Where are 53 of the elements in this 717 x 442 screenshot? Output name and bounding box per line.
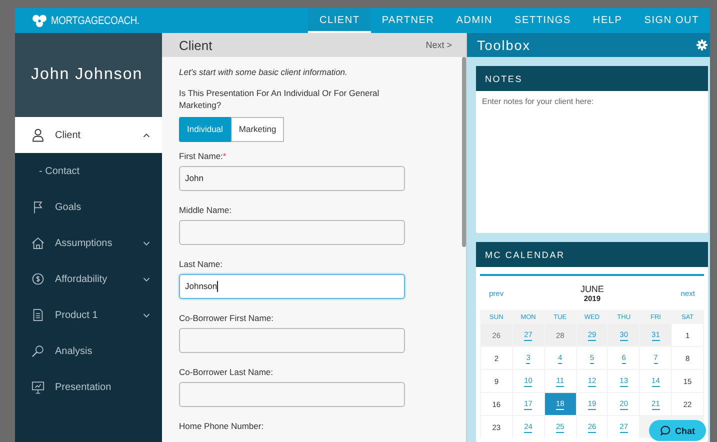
intro-text: Let's start with some basic client information. [179, 67, 348, 77]
brand-name: MORTGAGECOACH. [51, 14, 140, 26]
field-label: Middle Name: [179, 204, 232, 215]
calendar-title: MC CALENDAR [485, 250, 565, 260]
sidebar-item[interactable]: Assumptions [15, 225, 162, 261]
chat-button[interactable]: Chat [649, 420, 706, 441]
chevron-icon [143, 132, 150, 138]
speech-bubble-icon [660, 425, 671, 436]
magnifier-icon [31, 344, 45, 358]
input-field[interactable]: John [179, 166, 405, 191]
sidebar-item[interactable]: Goals [15, 189, 162, 225]
input-field[interactable] [179, 382, 405, 407]
field-label: Co-Borrower First Name: [179, 312, 274, 323]
sidebar-item[interactable]: Product 1 [15, 297, 162, 333]
nav-tab[interactable]: ADMIN [445, 8, 504, 33]
field-label: Home Phone Number: [179, 420, 264, 431]
house-icon [31, 236, 45, 250]
option-button[interactable]: Marketing [230, 116, 284, 142]
next-link[interactable]: Next > [426, 40, 452, 50]
flag-icon [31, 200, 45, 214]
input-field[interactable] [179, 220, 405, 245]
calendar-month: JUNE [580, 284, 604, 294]
scrollbar[interactable] [462, 57, 466, 247]
sidebar-item[interactable]: Analysis [15, 333, 162, 369]
person-icon [31, 128, 45, 142]
clover-logo-icon [31, 14, 48, 28]
presentation-board-icon [31, 380, 45, 394]
settings-icon[interactable] [696, 39, 708, 51]
field-label: First Name:* [179, 150, 226, 161]
sidebar-item[interactable]: Affordability [15, 261, 162, 297]
input-field[interactable]: Johnson [179, 274, 405, 299]
input-field[interactable] [179, 328, 405, 353]
chevron-icon [143, 276, 150, 282]
section-title: Client [179, 38, 212, 52]
field-label: Co-Borrower Last Name: [179, 366, 274, 377]
toolbox-title: Toolbox [477, 38, 531, 52]
sidebar-item[interactable]: Presentation [15, 369, 162, 405]
dollar-coin-icon [31, 272, 45, 286]
chevron-icon [143, 240, 150, 246]
option-button[interactable]: Individual [179, 116, 231, 142]
nav-tab[interactable]: SIGN OUT [633, 8, 710, 33]
nav-tab[interactable]: HELP [582, 8, 634, 33]
nav-tab[interactable]: PARTNER [370, 8, 446, 33]
nav-tab[interactable]: CLIENT [308, 8, 371, 33]
field-label: Last Name: [179, 258, 222, 269]
question-text: Is This Presentation For An Individual Or For General Marketing? [179, 88, 380, 112]
sidebar-subitem[interactable]: - Contact [15, 153, 162, 189]
document-icon [31, 308, 45, 322]
chevron-icon [143, 312, 150, 318]
client-name: John Johnson [31, 66, 143, 84]
notes-title: NOTES [485, 74, 523, 84]
nav-tab[interactable]: SETTINGS [504, 8, 582, 33]
sidebar-item[interactable]: Client [15, 117, 162, 153]
